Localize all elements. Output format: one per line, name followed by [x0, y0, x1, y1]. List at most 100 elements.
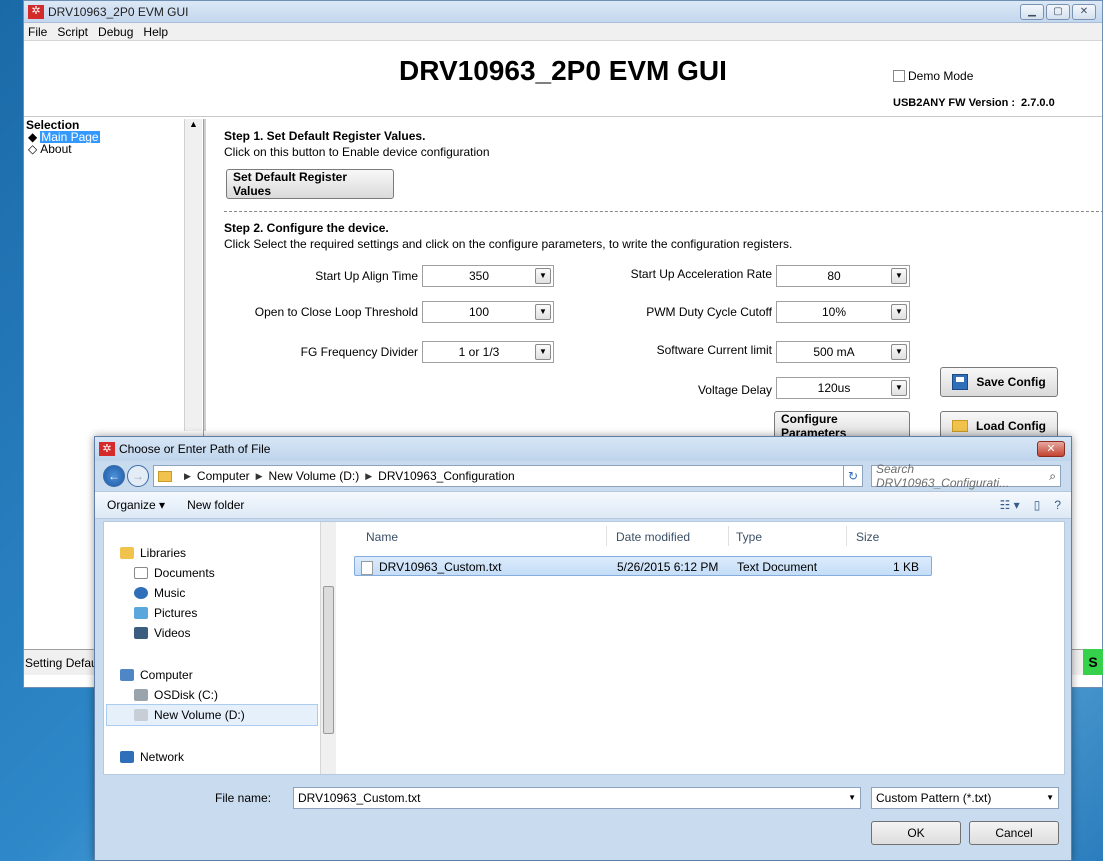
- refresh-icon[interactable]: ↻: [843, 465, 863, 487]
- menu-file[interactable]: File: [28, 25, 47, 39]
- help-icon[interactable]: ?: [1054, 498, 1061, 512]
- section-divider: [224, 211, 1103, 212]
- chevron-down-icon[interactable]: ▼: [535, 304, 551, 320]
- nav-videos[interactable]: Videos: [134, 626, 190, 640]
- status-text: Setting Defau: [25, 656, 98, 670]
- dialog-title: Choose or Enter Path of File: [119, 442, 271, 456]
- menu-script[interactable]: Script: [57, 25, 88, 39]
- column-header-type[interactable]: Type: [736, 530, 762, 544]
- pane-divider[interactable]: [204, 119, 206, 431]
- view-options-icon[interactable]: ☷ ▾: [1000, 498, 1020, 512]
- set-default-registers-button[interactable]: Set Default Register Values: [226, 169, 394, 199]
- ok-button[interactable]: OK: [871, 821, 961, 845]
- startup-accel-rate-select[interactable]: 80 ▼: [776, 265, 910, 287]
- chevron-down-icon[interactable]: ▼: [535, 344, 551, 360]
- fw-version: USB2ANY FW Version : 2.7.0.0: [893, 97, 1055, 109]
- step2-description: Click Select the required settings and c…: [224, 237, 793, 251]
- search-placeholder: Search DRV10963_Configurati...: [876, 462, 1010, 490]
- sidebar-scrollbar[interactable]: ▲: [184, 119, 202, 431]
- main-content: Step 1. Set Default Register Values. Cli…: [224, 119, 1103, 441]
- column-separator[interactable]: [606, 526, 607, 546]
- cancel-button[interactable]: Cancel: [969, 821, 1059, 845]
- computer-icon: [120, 669, 134, 681]
- address-bar[interactable]: ▶ Computer ▶ New Volume (D:) ▶ DRV10963_…: [153, 465, 863, 487]
- startup-align-time-select[interactable]: 350 ▼: [422, 265, 554, 287]
- fg-frequency-divider-label: FG Frequency Divider: [300, 345, 418, 359]
- libraries-icon: [120, 547, 134, 559]
- nav-new-volume[interactable]: New Volume (D:): [106, 704, 318, 726]
- nav-osdisk[interactable]: OSDisk (C:): [134, 688, 218, 702]
- pwm-duty-cutoff-select[interactable]: 10% ▼: [776, 301, 910, 323]
- voltage-delay-select[interactable]: 120us ▼: [776, 377, 910, 399]
- dialog-close-icon[interactable]: ✕: [1037, 441, 1065, 457]
- chevron-down-icon[interactable]: ▼: [891, 344, 907, 360]
- save-config-button[interactable]: Save Config: [940, 367, 1058, 397]
- menubar: File Script Debug Help: [24, 23, 1102, 41]
- drive-icon: [134, 689, 148, 701]
- open-close-threshold-select[interactable]: 100 ▼: [422, 301, 554, 323]
- nav-documents-label: Documents: [154, 566, 215, 580]
- step1-title: Step 1. Set Default Register Values.: [224, 129, 426, 143]
- step2-title: Step 2. Configure the device.: [224, 221, 389, 235]
- column-header-name[interactable]: Name: [366, 530, 398, 544]
- chevron-down-icon[interactable]: ▼: [848, 793, 856, 802]
- folder-icon: [158, 470, 172, 482]
- file-row[interactable]: DRV10963_Custom.txt 5/26/2015 6:12 PM Te…: [354, 556, 932, 576]
- nav-network[interactable]: Network: [120, 750, 184, 764]
- demo-mode-checkbox[interactable]: Demo Mode: [893, 69, 973, 83]
- app-logo-icon: ✲: [28, 4, 44, 19]
- preview-pane-icon[interactable]: ▯: [1034, 498, 1041, 512]
- fg-frequency-divider-select[interactable]: 1 or 1/3 ▼: [422, 341, 554, 363]
- nav-scrollbar-thumb[interactable]: [323, 586, 334, 734]
- nav-videos-label: Videos: [154, 626, 191, 640]
- column-header-date[interactable]: Date modified: [616, 530, 690, 544]
- chevron-down-icon[interactable]: ▼: [891, 268, 907, 284]
- demo-mode-label: Demo Mode: [908, 69, 974, 83]
- address-row: ← → ▶ Computer ▶ New Volume (D:) ▶ DRV10…: [95, 461, 1071, 491]
- nav-libraries[interactable]: Libraries: [120, 546, 186, 560]
- drive-icon: [134, 709, 148, 721]
- breadcrumb-computer[interactable]: Computer: [197, 469, 250, 483]
- new-folder-button[interactable]: New folder: [187, 498, 244, 512]
- nav-documents[interactable]: Documents: [134, 566, 215, 580]
- forward-arrow-icon[interactable]: →: [127, 465, 149, 487]
- back-arrow-icon[interactable]: ←: [103, 465, 125, 487]
- fw-version-value: 2.7.0.0: [1021, 97, 1055, 109]
- toolbar-icons: ☷ ▾ ▯ ?: [1000, 498, 1061, 512]
- file-type-select[interactable]: Custom Pattern (*.txt) ▼: [871, 787, 1059, 809]
- chevron-down-icon[interactable]: ▼: [891, 304, 907, 320]
- menu-debug[interactable]: Debug: [98, 25, 133, 39]
- sw-current-limit-value: 500 mA: [813, 345, 855, 359]
- open-close-threshold-value: 100: [468, 305, 490, 319]
- breadcrumb-configuration[interactable]: DRV10963_Configuration: [378, 469, 515, 483]
- nav-music[interactable]: Music: [134, 586, 185, 600]
- nav-new-volume-label: New Volume (D:): [154, 708, 245, 722]
- file-name-input[interactable]: DRV10963_Custom.txt ▼: [293, 787, 861, 809]
- nav-pictures[interactable]: Pictures: [134, 606, 197, 620]
- column-separator[interactable]: [728, 526, 729, 546]
- maximize-icon[interactable]: ▢: [1046, 3, 1070, 20]
- main-titlebar[interactable]: ✲ DRV10963_2P0 EVM GUI ▁ ▢ ✕: [24, 1, 1102, 23]
- checkbox-icon[interactable]: [893, 70, 905, 82]
- nav-scrollbar[interactable]: [320, 522, 336, 774]
- dialog-body: Libraries Documents Music Pictures Video…: [103, 521, 1065, 775]
- column-separator[interactable]: [846, 526, 847, 546]
- nav-computer[interactable]: Computer: [120, 668, 193, 682]
- chevron-down-icon[interactable]: ▼: [535, 268, 551, 284]
- column-header-size[interactable]: Size: [856, 530, 879, 544]
- nav-osdisk-label: OSDisk (C:): [154, 688, 218, 702]
- window-title: DRV10963_2P0 EVM GUI: [48, 4, 189, 19]
- search-input[interactable]: Search DRV10963_Configurati... ⌕: [871, 462, 1061, 490]
- close-icon[interactable]: ✕: [1072, 3, 1096, 20]
- minimize-icon[interactable]: ▁: [1020, 3, 1044, 20]
- menu-help[interactable]: Help: [143, 25, 168, 39]
- dialog-titlebar[interactable]: ✲ Choose or Enter Path of File ✕: [95, 437, 1071, 461]
- organize-button[interactable]: Organize ▾: [107, 498, 165, 512]
- sidebar-item-about[interactable]: ◇ About: [24, 143, 203, 155]
- search-icon[interactable]: ⌕: [1049, 469, 1056, 484]
- chevron-down-icon[interactable]: ▼: [891, 380, 907, 396]
- file-type-cell: Text Document: [737, 560, 818, 574]
- sw-current-limit-select[interactable]: 500 mA ▼: [776, 341, 910, 363]
- chevron-down-icon[interactable]: ▼: [1046, 793, 1054, 802]
- breadcrumb-new-volume[interactable]: New Volume (D:): [269, 469, 360, 483]
